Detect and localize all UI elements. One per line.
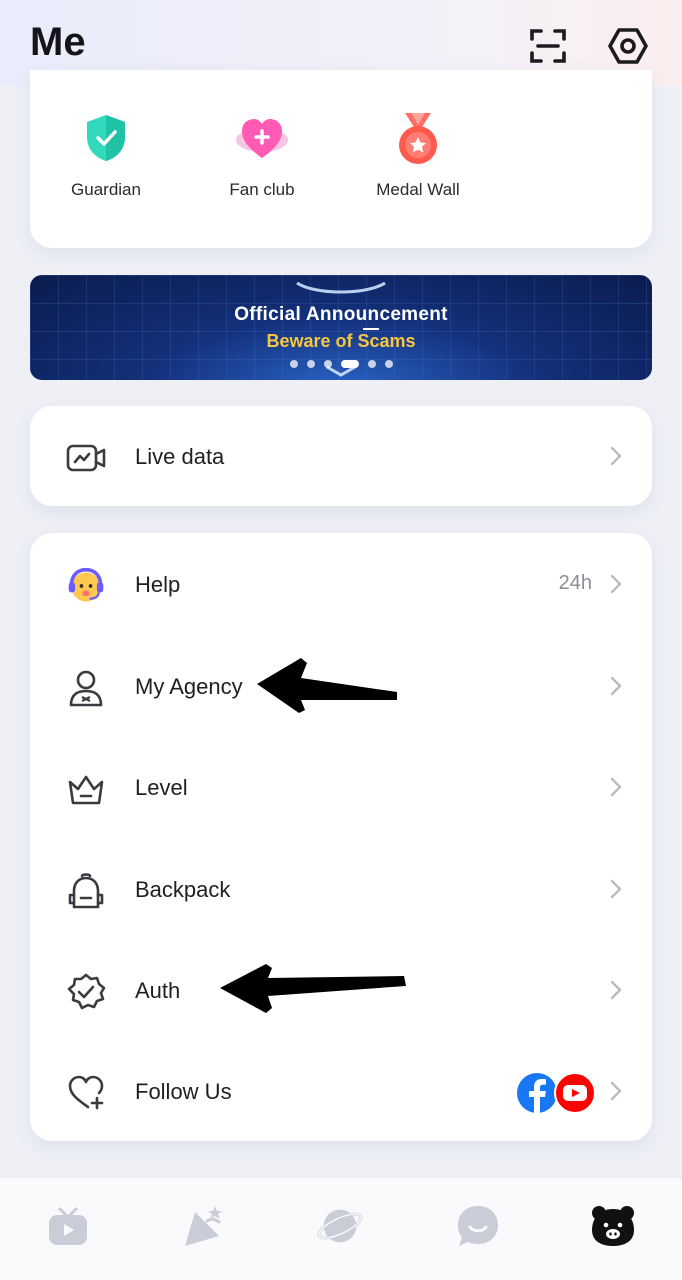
menu-item-label: Live data	[135, 444, 225, 469]
crown-icon	[66, 769, 106, 809]
heart-add-icon	[66, 1073, 106, 1113]
carousel-dot	[289, 360, 298, 368]
carousel-dots	[30, 360, 652, 368]
shield-check-icon	[78, 110, 134, 166]
menu-item-label: Follow Us	[135, 1079, 232, 1104]
menu-card: Help 24h My Agency Level Backpack Auth F…	[30, 533, 652, 1141]
menu-item-label: Backpack	[135, 877, 231, 902]
menu-item-help[interactable]: Help 24h	[30, 534, 652, 634]
chevron-right-icon	[610, 879, 622, 899]
badge-label: Medal Wall	[376, 180, 460, 199]
planet-icon[interactable]	[316, 1202, 364, 1250]
announcement-banner[interactable]: Official Announcement Beware of Scams	[30, 275, 652, 380]
medal-wall-badge[interactable]: Medal Wall	[348, 110, 488, 200]
fan-club-badge[interactable]: Fan club	[192, 110, 332, 200]
badge-label: Guardian	[71, 180, 141, 199]
chevron-right-icon	[610, 446, 622, 466]
menu-item-live-data[interactable]: Live data	[30, 406, 652, 506]
live-tv-icon[interactable]	[44, 1202, 92, 1250]
chevron-right-icon	[610, 777, 622, 797]
chat-icon[interactable]	[454, 1202, 502, 1250]
verified-badge-icon	[66, 972, 106, 1012]
youtube-icon[interactable]	[554, 1072, 596, 1114]
chevron-right-icon	[610, 980, 622, 1000]
carousel-dot	[306, 360, 315, 368]
bottom-nav	[0, 1177, 682, 1280]
guardian-badge[interactable]: Guardian	[36, 110, 176, 200]
scan-icon[interactable]	[526, 24, 570, 68]
facebook-icon[interactable]	[516, 1072, 558, 1114]
menu-item-follow-us[interactable]: Follow Us	[30, 1041, 652, 1141]
menu-item-label: My Agency	[135, 674, 243, 699]
live-chart-icon	[66, 438, 106, 478]
menu-item-level[interactable]: Level	[30, 737, 652, 837]
backpack-icon	[66, 871, 106, 911]
settings-icon[interactable]	[606, 24, 650, 68]
menu-item-label: Level	[135, 775, 188, 800]
banner-subtitle: Beware of Scams	[266, 331, 416, 351]
support-agent-icon	[66, 566, 106, 606]
chevron-right-icon	[610, 1081, 622, 1101]
badge-label: Fan club	[229, 180, 295, 199]
chevron-right-icon	[610, 676, 622, 696]
banner-divider	[363, 328, 379, 330]
carousel-dot-active	[340, 360, 359, 368]
live-data-card: Live data	[30, 406, 652, 506]
carousel-dot	[367, 360, 376, 368]
medal-icon	[390, 110, 446, 166]
page-title: Me	[30, 20, 86, 64]
menu-item-label: Auth	[135, 978, 181, 1003]
annotation-arrow-icon	[257, 658, 397, 713]
profile-icon[interactable]	[589, 1202, 637, 1250]
banner-title: Official Announcement	[234, 304, 448, 325]
help-hours-value: 24h	[558, 572, 592, 594]
carousel-dot	[384, 360, 393, 368]
agency-person-icon	[66, 668, 106, 708]
social-links	[516, 1071, 596, 1115]
carousel-dot	[323, 360, 332, 368]
heart-plus-icon	[234, 110, 290, 166]
party-icon[interactable]	[181, 1202, 229, 1250]
chevron-right-icon	[610, 574, 622, 594]
menu-item-backpack[interactable]: Backpack	[30, 839, 652, 939]
menu-item-label: Help	[135, 572, 181, 597]
annotation-arrow-icon	[220, 964, 406, 1013]
badges-card: Guardian Fan club Medal Wall	[30, 70, 652, 248]
